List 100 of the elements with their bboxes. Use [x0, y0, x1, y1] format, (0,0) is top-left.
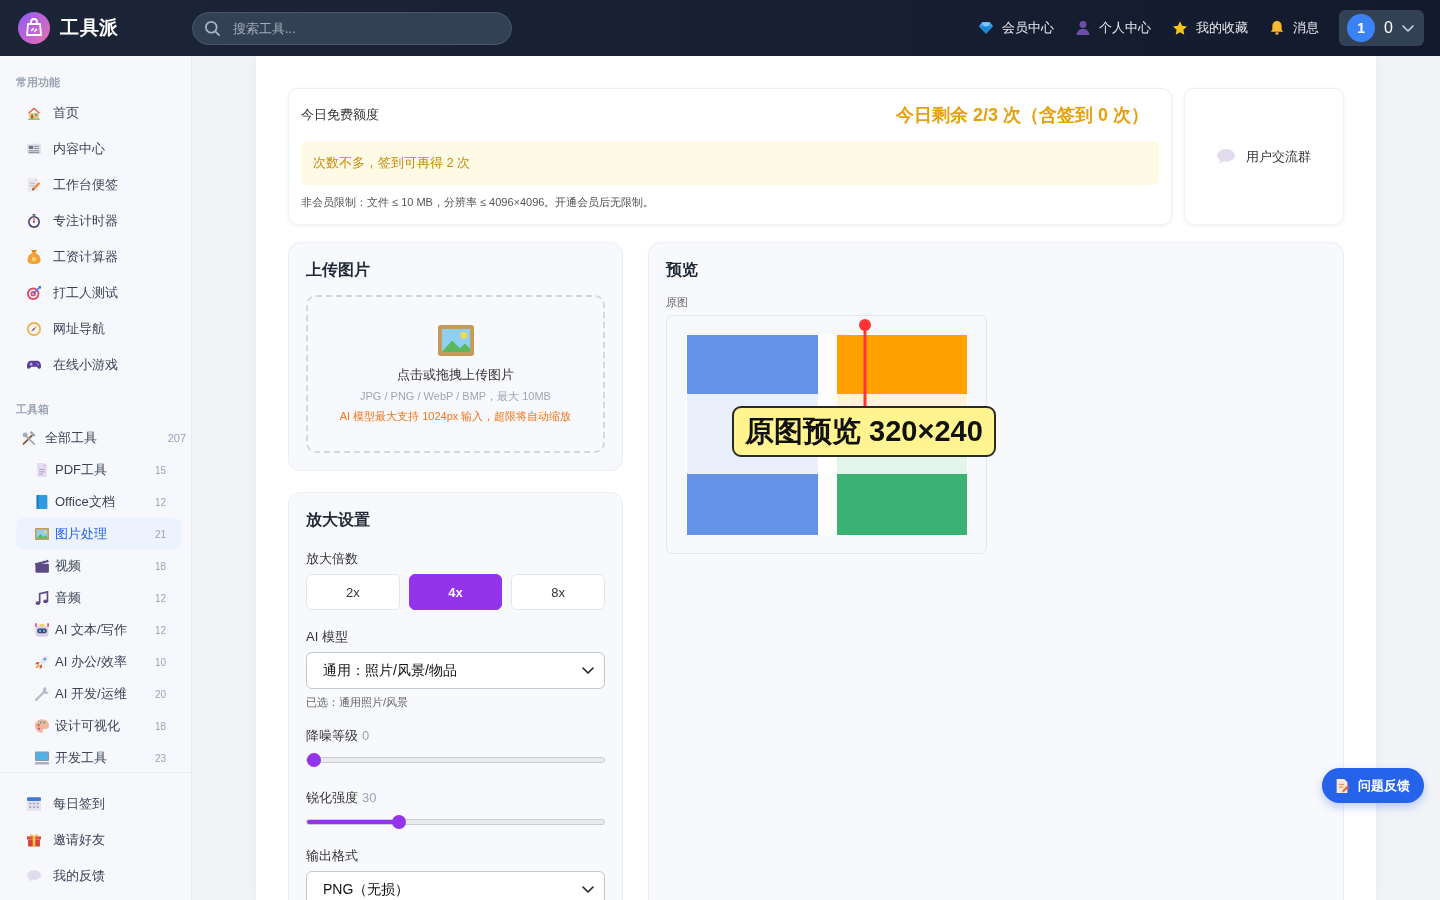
nav-link[interactable]: 我的收藏 — [1173, 19, 1249, 37]
money-bag-icon — [27, 250, 41, 264]
sidebar-item[interactable]: AI 办公/效率 10 — [16, 646, 182, 678]
image-caption: 原图 — [666, 295, 688, 309]
music-note-icon — [35, 591, 49, 605]
search-icon — [205, 20, 220, 36]
slider-value: 0 — [362, 727, 370, 745]
search-field[interactable]: 搜索工具... — [192, 11, 512, 45]
card-title: 上传图片 — [306, 260, 370, 280]
upload-dropzone[interactable]: 点击或拖拽上传图片 JPG / PNG / WebP / BMP，最大 10MB AI 模型最大支持 1024px 输入，超限将自动缩放 — [306, 295, 605, 453]
sidebar-item[interactable]: 网址导航 — [8, 311, 183, 347]
palette-icon — [35, 719, 49, 733]
chevron-down-icon — [582, 667, 594, 674]
slider-track[interactable] — [306, 814, 605, 830]
sidebar-item[interactable]: 视频 18 — [16, 550, 182, 582]
sidebar-item[interactable]: 工作台便签 — [8, 167, 183, 203]
model-select[interactable]: 通用：照片/风景/物品 — [306, 652, 605, 689]
stopwatch-icon — [27, 214, 41, 228]
item-count: 23 — [154, 752, 166, 764]
scale-option[interactable]: 2x — [306, 574, 400, 610]
item-count: 20 — [154, 688, 166, 700]
nav-link[interactable]: 会员中心 — [979, 19, 1055, 37]
slider-track[interactable] — [306, 752, 605, 768]
book-icon — [35, 495, 49, 509]
selection-hint: 已选：通用照片/风景 — [306, 696, 410, 708]
picture-icon — [35, 527, 49, 541]
tools-icon — [22, 431, 36, 445]
robot-icon — [35, 623, 49, 637]
rocket-icon — [35, 655, 49, 669]
sidebar-item[interactable]: 打工人测试 — [8, 275, 183, 311]
target-icon — [27, 286, 41, 300]
scale-option[interactable]: 8x — [511, 574, 605, 610]
gamepad-icon — [27, 358, 41, 372]
format-select[interactable]: PNG（无损） — [306, 871, 605, 900]
section-label: 工具箱 — [16, 402, 49, 417]
picture-icon — [437, 325, 474, 356]
format-hint: JPG / PNG / WebP / BMP，最大 10MB — [360, 389, 551, 403]
sidebar-item[interactable]: 开发工具 23 — [16, 742, 182, 772]
item-count: 18 — [154, 720, 166, 732]
document-icon — [35, 463, 49, 477]
field-label: 降噪等级 — [306, 727, 358, 745]
item-count: 10 — [154, 656, 166, 668]
field-label: AI 模型 — [306, 628, 349, 646]
calendar-icon — [27, 797, 41, 811]
scale-option[interactable]: 4x — [408, 574, 503, 610]
person-icon — [1076, 21, 1091, 35]
nav-link[interactable]: 消息 — [1270, 19, 1320, 37]
sidebar-item[interactable]: AI 文本/写作 12 — [16, 614, 182, 646]
annotation-callout: 原图预览 320×240 — [732, 406, 996, 457]
wrench-icon — [35, 687, 49, 701]
sidebar-item[interactable]: 工资计算器 — [8, 239, 183, 275]
sidebar-item[interactable]: 在线小游戏 — [8, 347, 183, 383]
item-count: 12 — [154, 592, 166, 604]
sidebar-item[interactable]: 设计可视化 18 — [16, 710, 182, 742]
section-label: 常用功能 — [16, 75, 60, 90]
chevron-down-icon — [1402, 24, 1414, 32]
item-count: 12 — [154, 624, 166, 636]
compass-icon — [27, 322, 41, 336]
item-count: 207 — [167, 432, 186, 444]
upload-prompt: 点击或拖拽上传图片 — [397, 367, 514, 383]
speech-bubble-icon — [27, 869, 41, 883]
sidebar-item[interactable]: 邀请好友 — [8, 822, 183, 858]
chevron-down-icon — [582, 886, 594, 893]
quota-title: 今日免费额度 — [301, 106, 379, 124]
sidebar-item[interactable]: 内容中心 — [8, 131, 183, 167]
computer-icon — [35, 751, 49, 765]
limits-text: 非会员限制：文件 ≤ 10 MB，分辨率 ≤ 4096×4096。开通会员后无限制。 — [301, 195, 656, 209]
feedback-button[interactable]: 问题反馈 — [1322, 768, 1424, 803]
sidebar-item[interactable]: 我的反馈 — [8, 858, 183, 894]
feedback-document-icon — [1336, 778, 1350, 793]
slider-thumb[interactable] — [391, 815, 406, 829]
sidebar-item[interactable]: 音频 12 — [16, 582, 182, 614]
size-warning: AI 模型最大支持 1024px 输入，超限将自动缩放 — [339, 409, 572, 423]
item-count: 12 — [154, 496, 166, 508]
sidebar-item[interactable]: AI 开发/运维 20 — [16, 678, 182, 710]
community-link[interactable]: 用户交流群 — [1217, 147, 1311, 166]
logo-icon — [18, 12, 50, 44]
card-title: 预览 — [666, 260, 698, 280]
sidebar-item[interactable]: Office文档 12 — [16, 486, 182, 518]
sidebar-item[interactable]: PDF工具 15 — [16, 454, 182, 486]
slider-value: 30 — [362, 789, 377, 807]
newspaper-icon — [27, 142, 41, 156]
gift-icon — [27, 833, 41, 847]
item-count: 15 — [154, 464, 166, 476]
field-label: 放大倍数 — [306, 550, 359, 568]
slider-thumb[interactable] — [307, 753, 321, 767]
remaining-count: 今日剩余 2/3 次（含签到 0 次） — [895, 104, 1149, 127]
sidebar-item[interactable]: 每日签到 — [8, 786, 183, 822]
sidebar-item[interactable]: 专注计时器 — [8, 203, 183, 239]
sidebar-item[interactable]: 首页 — [8, 95, 183, 131]
memo-icon — [27, 178, 41, 192]
speech-bubble-icon — [1217, 149, 1235, 164]
nav-link[interactable]: 个人中心 — [1076, 19, 1152, 37]
field-label: 输出格式 — [306, 847, 359, 865]
item-count: 18 — [154, 560, 166, 572]
account-button[interactable]: 1 0 — [1339, 10, 1424, 46]
sidebar-item[interactable]: 全部工具 207 — [8, 422, 189, 454]
user-avatar: 1 — [1347, 14, 1376, 42]
card-title: 放大设置 — [306, 510, 370, 530]
sidebar-item[interactable]: 图片处理 21 — [16, 518, 182, 550]
